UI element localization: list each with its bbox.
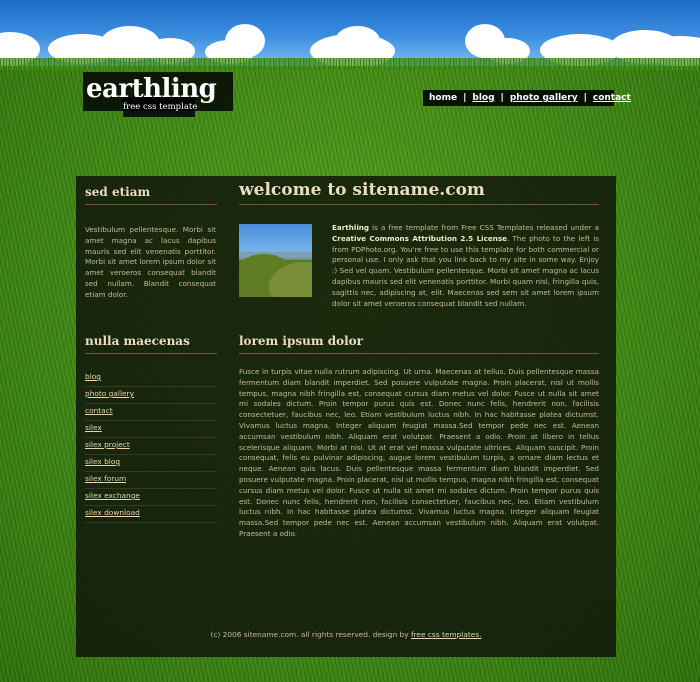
sidebar-link-silex-project[interactable]: silex project [85,440,130,449]
section-heading-lorem-ipsum: lorem ipsum dolor [239,334,363,348]
divider [85,353,217,354]
intro-paragraph: Earthling is a free template from Free C… [332,223,599,308]
brand-name: Earthling [332,223,370,232]
list-item: silex project [85,438,217,455]
landscape-photo [239,224,312,297]
sidebar-links: blog photo gallery contact silex silex p… [85,370,217,523]
footer-link[interactable]: free css templates. [411,630,482,639]
sidebar-heading-nulla-maecenas: nulla maecenas [85,334,190,348]
nav-photo-gallery[interactable]: photo gallery [510,93,578,103]
list-item: silex blog [85,455,217,472]
nav-separator: | [583,93,587,103]
body-paragraph: Fusce in turpis vitae nulla rutrum adipi… [239,367,599,538]
sidebar-link-contact[interactable]: contact [85,406,113,415]
list-item: silex forum [85,472,217,489]
grass-edge [0,58,700,70]
logo-subtitle: free css template [123,97,197,117]
sky-banner [0,0,700,66]
sidebar-link-silex-exchange[interactable]: silex exchange [85,491,140,500]
list-item: silex exchange [85,489,217,506]
footer-text: (c) 2006 sitename.com. all rights reserv… [210,630,411,639]
welcome-heading: welcome to sitename.com [239,180,485,200]
divider [239,204,599,205]
sidebar-text: Vestibulum pellentesque. Morbi sit amet … [85,225,216,299]
nav-home[interactable]: home [429,93,457,103]
sidebar-link-silex[interactable]: silex [85,423,102,432]
list-item: blog [85,370,217,387]
divider [85,204,217,205]
list-item: silex download [85,506,217,523]
sidebar-link-blog[interactable]: blog [85,372,101,381]
nav-separator: | [500,93,504,103]
sidebar-link-silex-blog[interactable]: silex blog [85,457,120,466]
nav-blog[interactable]: blog [472,93,494,103]
sidebar-heading-sed-etiam: sed etiam [85,185,151,199]
list-item: silex [85,421,217,438]
sidebar-link-silex-download[interactable]: silex download [85,508,140,517]
license-link[interactable]: Creative Commons Attribution 2.5 License [332,234,507,243]
sidebar-link-photo-gallery[interactable]: photo gallery [85,389,134,398]
nav-separator: | [463,93,467,103]
sidebar-link-silex-forum[interactable]: silex forum [85,474,126,483]
nav-contact[interactable]: contact [593,93,631,103]
list-item: contact [85,404,217,421]
divider [239,353,599,354]
footer: (c) 2006 sitename.com. all rights reserv… [76,630,616,639]
top-nav: home | blog | photo gallery | contact [423,90,631,106]
list-item: photo gallery [85,387,217,404]
